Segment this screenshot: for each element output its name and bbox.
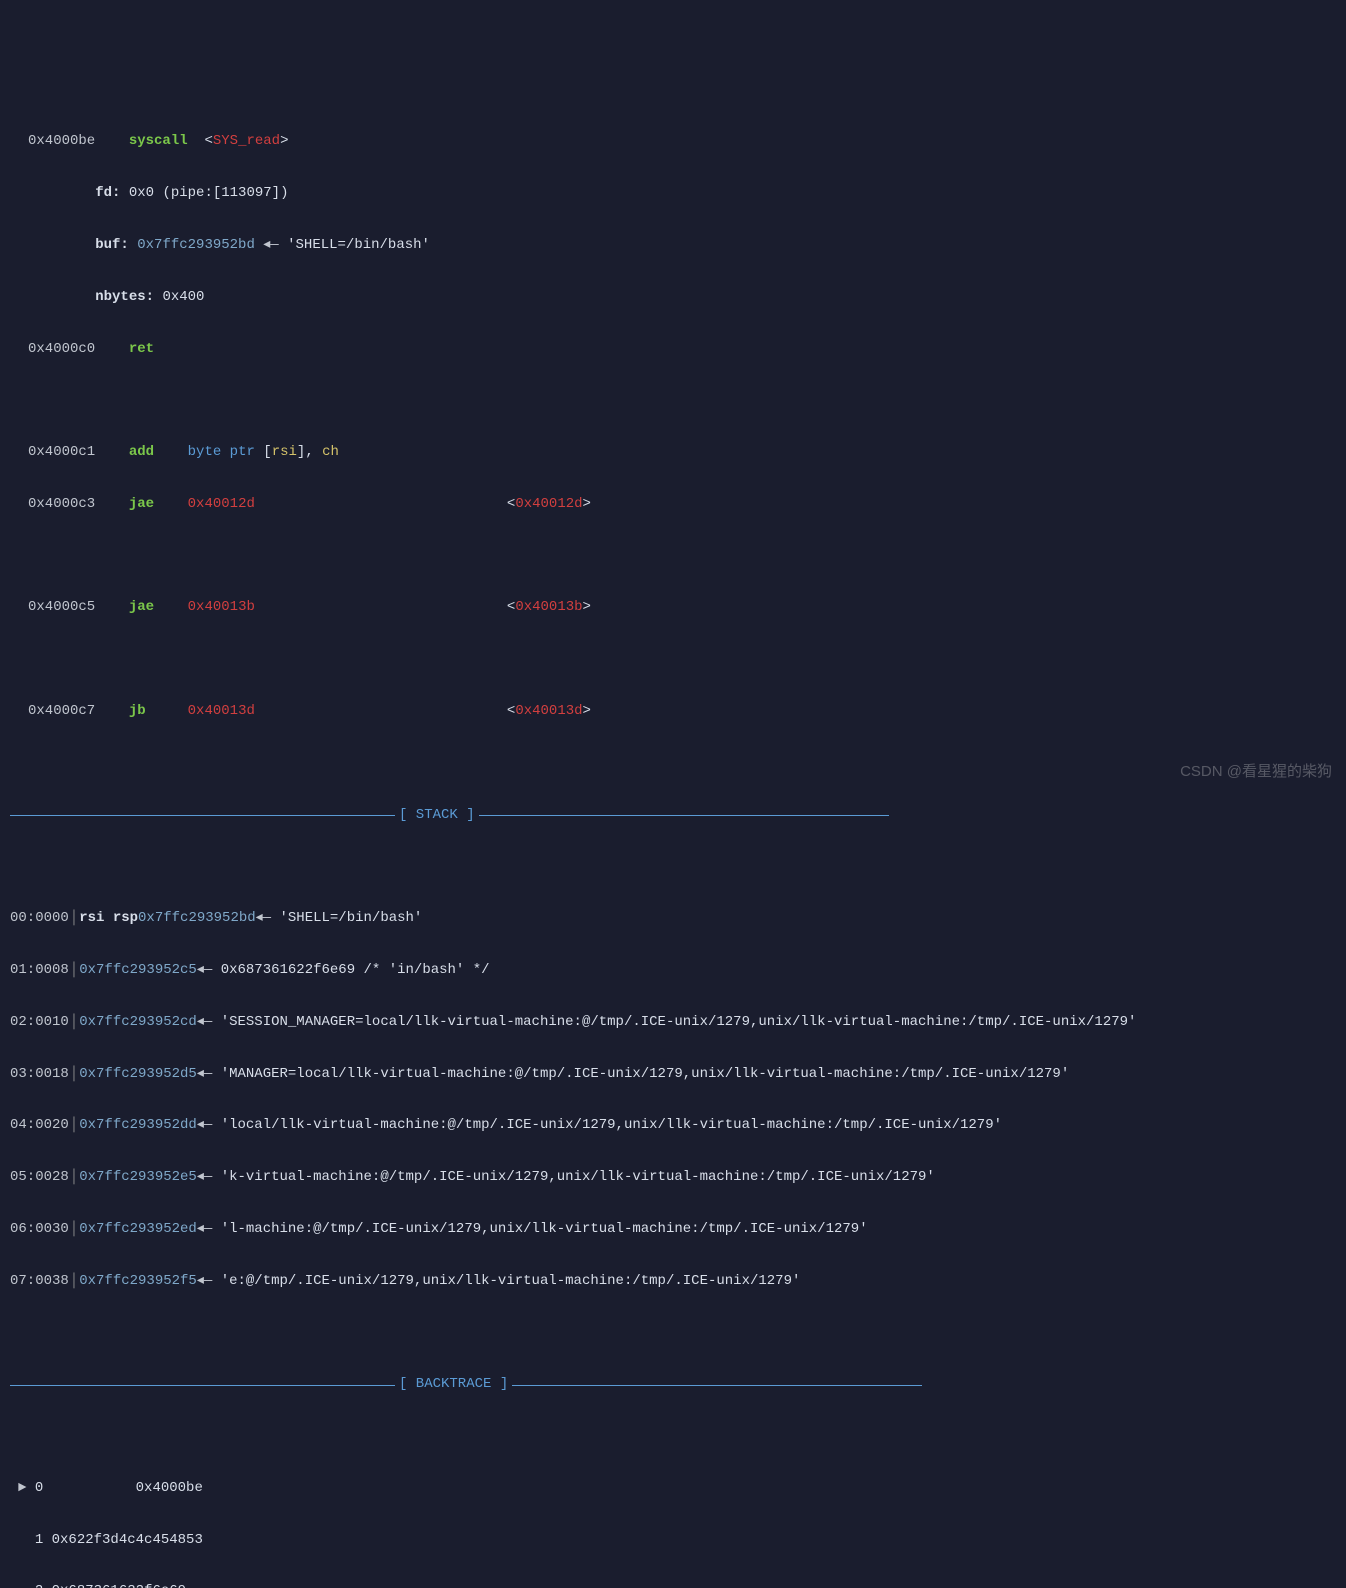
stack-row: 02:0010│ 0x7ffc293952cd ◂— 'SESSION_MANA… (0, 1010, 1346, 1036)
disasm-arg: nbytes: 0x400 (0, 285, 1346, 311)
disasm-line: 0x4000c5 jae 0x40013b <0x40013b> (0, 595, 1346, 621)
stack-row: 05:0028│ 0x7ffc293952e5 ◂— 'k-virtual-ma… (0, 1165, 1346, 1191)
stack-block: 00:0000│ rsi rsp 0x7ffc293952bd ◂— 'SHEL… (0, 880, 1346, 1320)
stack-row: 04:0020│ 0x7ffc293952dd ◂— 'local/llk-vi… (0, 1113, 1346, 1139)
watermark: CSDN @看星猩的柴狗 (1180, 758, 1332, 786)
disasm-line: 0x4000c1 add byte ptr [rsi], ch (0, 440, 1346, 466)
blank-line (0, 544, 1346, 570)
stack-section-header: [ STACK ] (0, 803, 1346, 829)
disasm-line: 0x4000c3 jae 0x40012d <0x40012d> (0, 492, 1346, 518)
backtrace-section-header: [ BACKTRACE ] (0, 1372, 1346, 1398)
backtrace-block: ► 0 0x4000be 1 0x622f3d4c4c454853 2 0x68… (0, 1450, 1346, 1588)
disasm-arg: buf: 0x7ffc293952bd ◂— 'SHELL=/bin/bash' (0, 233, 1346, 259)
stack-row: 07:0038│ 0x7ffc293952f5 ◂— 'e:@/tmp/.ICE… (0, 1269, 1346, 1295)
backtrace-row: 1 0x622f3d4c4c454853 (0, 1528, 1346, 1554)
disasm-line: 0x4000be syscall <SYS_read> (0, 129, 1346, 155)
blank-line (0, 647, 1346, 673)
backtrace-row: ► 0 0x4000be (0, 1476, 1346, 1502)
backtrace-row: 2 0x687361622f6e69 (0, 1579, 1346, 1588)
blank-line (0, 388, 1346, 414)
stack-row: 01:0008│ 0x7ffc293952c5 ◂— 0x687361622f6… (0, 958, 1346, 984)
stack-row: 03:0018│ 0x7ffc293952d5 ◂— 'MANAGER=loca… (0, 1062, 1346, 1088)
disasm-arg: fd: 0x0 (pipe:[113097]) (0, 181, 1346, 207)
disassembly-block: 0x4000be syscall <SYS_read> fd: 0x0 (pip… (0, 104, 1346, 751)
stack-row: 06:0030│ 0x7ffc293952ed ◂— 'l-machine:@/… (0, 1217, 1346, 1243)
stack-row: 00:0000│ rsi rsp 0x7ffc293952bd ◂— 'SHEL… (0, 906, 1346, 932)
syscall-name: SYS_read (213, 133, 280, 149)
disasm-line: 0x4000c7 jb 0x40013d <0x40013d> (0, 699, 1346, 725)
disasm-line: 0x4000c0 ret (0, 337, 1346, 363)
